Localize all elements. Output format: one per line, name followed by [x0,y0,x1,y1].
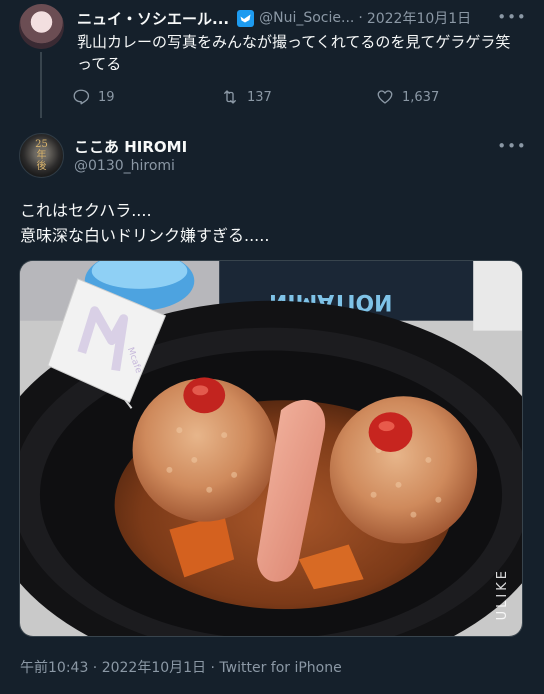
parent-handle[interactable]: @Nui_Socie... [259,10,354,26]
parent-date[interactable]: 2022年10月1日 [367,8,471,28]
retweet-button[interactable]: 137 [221,88,272,106]
parent-header: ニュイ・ソシエール... @Nui_Socie... · 2022年10月1日 [77,8,471,28]
parent-tweet-text: 乳山カレーの写真をみんなが撮ってくれてるのを見てゲラゲラ笑ってる [77,33,511,73]
like-button[interactable]: 1,637 [376,88,439,106]
separator-dot: · [358,10,363,26]
timestamp-text[interactable]: 午前10:43 · 2022年10月1日 · [20,660,219,676]
avatar-mark: 25 年 後 [35,139,48,172]
more-icon[interactable]: ••• [497,136,526,156]
reply-icon [73,89,90,105]
like-icon [377,90,393,104]
parent-action-bar: 19 137 1,637 [72,88,452,110]
author-display-name[interactable]: ここあ HIROMI [74,136,187,157]
reply-button[interactable]: 19 [72,88,115,106]
curry-photo-illustration: NIMATION Mcafe [20,261,522,636]
parent-tweet[interactable]: ニュイ・ソシエール... @Nui_Socie... · 2022年10月1日 … [0,0,544,118]
author-handle[interactable]: @0130_hiromi [74,158,175,174]
tweet-photo[interactable]: NIMATION Mcafe ULIKE [19,260,523,637]
photo-watermark: ULIKE [495,567,510,620]
like-count: 1,637 [402,89,440,105]
retweet-count: 137 [247,89,272,105]
author-avatar[interactable]: 25 年 後 [19,133,64,178]
thread-connector [40,52,42,118]
retweet-icon [224,90,236,104]
parent-avatar[interactable] [19,4,64,49]
more-icon[interactable]: ••• [497,7,526,27]
verified-badge-icon [237,9,255,27]
parent-display-name[interactable]: ニュイ・ソシエール... [77,8,229,29]
tweet-timestamp: 午前10:43 · 2022年10月1日 · Twitter for iPhon… [20,657,342,677]
reply-count: 19 [98,89,115,105]
source-link[interactable]: Twitter for iPhone [219,660,341,676]
tweet-text: これはセクハラ.... 意味深な白いドリンク嫌すぎる..... [20,201,270,245]
